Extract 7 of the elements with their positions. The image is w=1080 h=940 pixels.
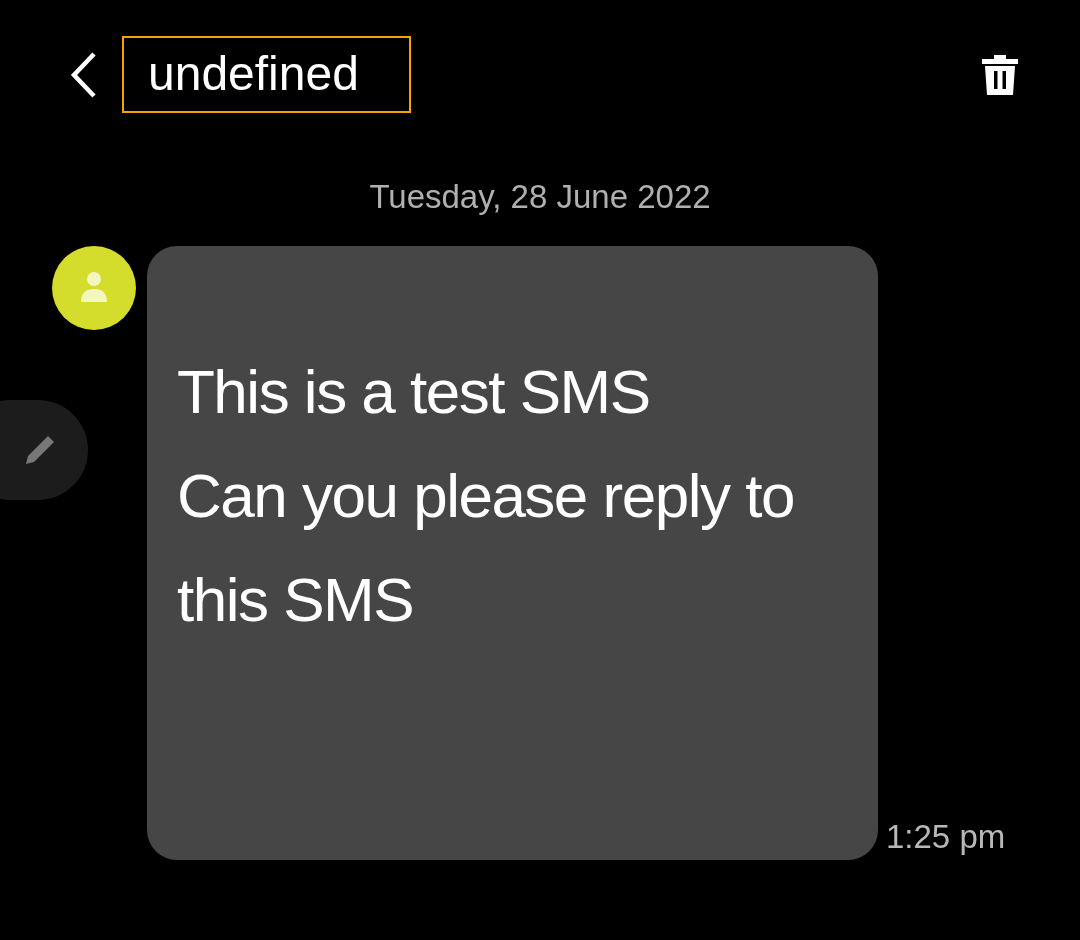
date-separator: Tuesday, 28 June 2022 — [368, 178, 712, 217]
conversation-title: undefined — [122, 35, 411, 113]
trash-icon — [980, 53, 1020, 97]
message-time: 1:25 pm — [886, 818, 1006, 856]
delete-button[interactable] — [980, 53, 1020, 97]
avatar-icon — [52, 246, 136, 330]
message-text: This is a test SMS Can you please reply to this SMS — [177, 356, 794, 636]
